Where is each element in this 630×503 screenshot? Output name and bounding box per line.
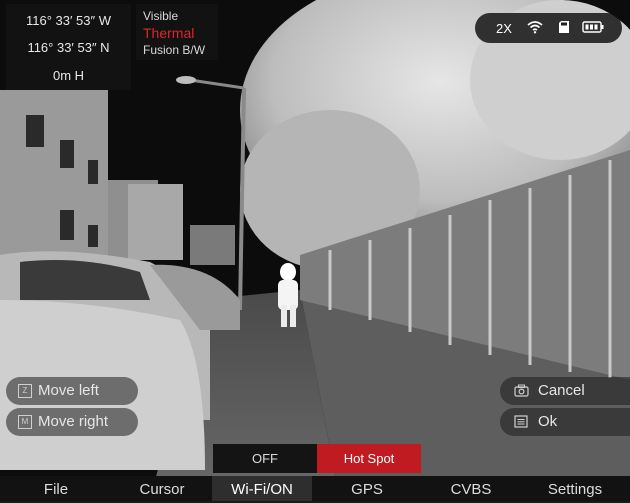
cancel-label: Cancel <box>538 382 585 399</box>
menu-item-gps[interactable]: GPS <box>312 476 422 501</box>
gps-readout: 116° 33′ 53″ W 116° 33′ 53″ N 0m H <box>6 4 131 90</box>
list-icon <box>514 415 528 428</box>
zoom-level: 2X <box>496 21 512 36</box>
menu-item-cursor[interactable]: Cursor <box>112 476 212 501</box>
altitude-text: 0m H <box>52 68 85 83</box>
toggle-hot-spot-option[interactable]: Hot Spot <box>317 444 421 473</box>
move-right-label: Move right <box>38 413 109 430</box>
move-left-label: Move left <box>38 382 99 399</box>
mode-fusion[interactable]: Fusion B/W <box>143 43 205 57</box>
battery-icon <box>582 21 604 33</box>
mode-visible[interactable]: Visible <box>143 9 178 23</box>
sd-card-icon <box>559 21 569 33</box>
menu-item-file[interactable]: File <box>0 476 112 501</box>
wifi-icon <box>527 21 543 34</box>
move-left-button[interactable]: Z Move left <box>6 377 138 405</box>
latitude-text: 116° 33′ 53″ N <box>27 40 110 55</box>
cancel-button[interactable]: Cancel <box>500 377 630 405</box>
toggle-off-option[interactable]: OFF <box>213 444 317 473</box>
ok-label: Ok <box>538 413 558 430</box>
key-m-icon: M <box>18 415 32 429</box>
menu-item-cvbs[interactable]: CVBS <box>422 476 520 501</box>
menu-item-wifi[interactable]: Wi-Fi/ON <box>212 476 312 501</box>
camera-icon <box>514 384 529 397</box>
ok-button[interactable]: Ok <box>500 408 630 436</box>
longitude-text: 116° 33′ 53″ W <box>26 13 111 28</box>
image-mode-list: Visible Thermal Fusion B/W <box>136 4 218 60</box>
status-bar: 2X <box>475 13 622 43</box>
move-right-button[interactable]: M Move right <box>6 408 138 436</box>
menu-item-settings[interactable]: Settings <box>520 476 630 501</box>
mode-thermal[interactable]: Thermal <box>143 25 194 41</box>
key-z-icon: Z <box>18 384 32 398</box>
bottom-menu-bar: File Cursor Wi-Fi/ON GPS CVBS Settings <box>0 476 630 501</box>
